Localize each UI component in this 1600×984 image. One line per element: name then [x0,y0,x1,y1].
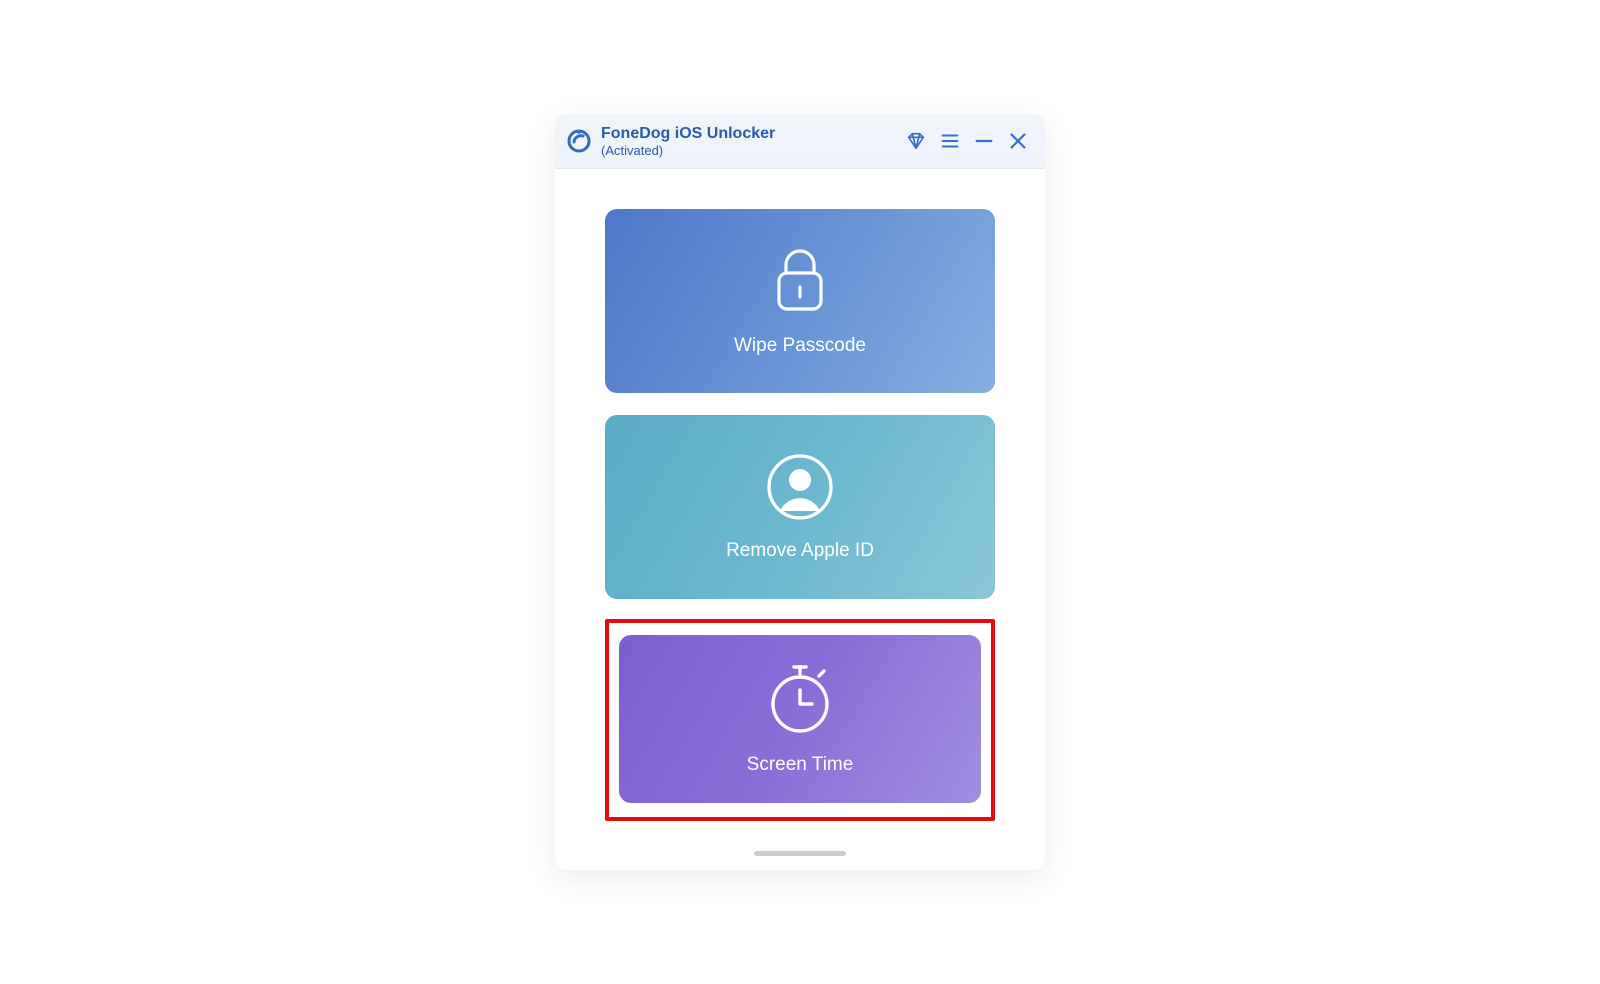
home-indicator [754,851,846,856]
menu-icon[interactable] [939,130,961,152]
app-window: FoneDog iOS Unlocker (Activated) [555,114,1045,871]
wipe-passcode-card[interactable]: Wipe Passcode [605,209,995,393]
stopwatch-icon [765,662,835,736]
remove-apple-id-label: Remove Apple ID [726,540,874,562]
wipe-passcode-label: Wipe Passcode [734,335,866,357]
main-content: Wipe Passcode Remove Apple ID Scre [555,169,1045,851]
lock-icon [767,245,833,317]
person-circle-icon [765,452,835,522]
close-icon[interactable] [1007,130,1029,152]
app-status: (Activated) [601,143,775,159]
titlebar-actions [905,130,1029,152]
screen-time-highlight: Screen Time [605,619,995,821]
diamond-icon[interactable] [905,130,927,152]
screen-time-card[interactable]: Screen Time [619,635,981,803]
app-logo-icon [567,129,591,153]
title-text-group: FoneDog iOS Unlocker (Activated) [601,124,775,159]
screen-time-label: Screen Time [747,754,854,776]
minimize-icon[interactable] [973,130,995,152]
remove-apple-id-card[interactable]: Remove Apple ID [605,415,995,599]
titlebar: FoneDog iOS Unlocker (Activated) [555,114,1045,170]
app-title: FoneDog iOS Unlocker [601,124,775,143]
